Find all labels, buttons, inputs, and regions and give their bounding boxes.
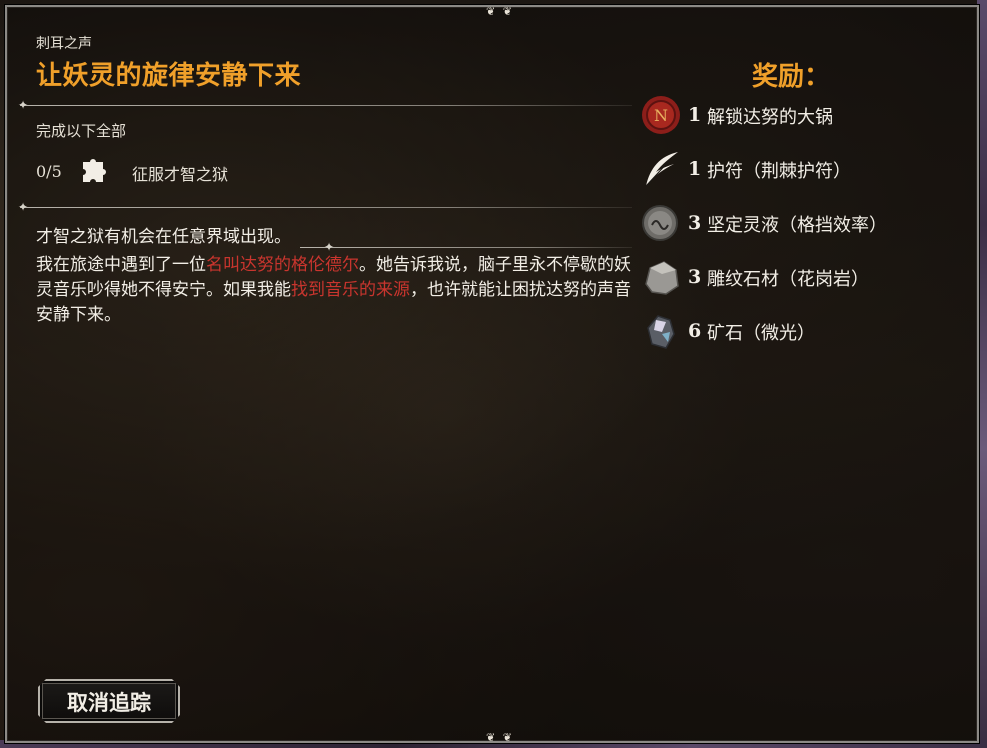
quest-category: 刺耳之声 <box>36 36 92 52</box>
bottom-ornament-icon: ❦ ❦ <box>486 731 514 744</box>
reward-name: 解锁达努的大锅 <box>707 107 833 128</box>
svg-text:N: N <box>654 106 668 125</box>
reward-quantity: 6 <box>688 320 702 342</box>
rewards-title: 奖励： <box>752 62 831 92</box>
divider-ornament-icon: ✦ <box>18 98 29 112</box>
reward-name: 雕纹石材（花岗岩） <box>707 269 869 290</box>
reward-quantity: 3 <box>688 266 702 288</box>
wax-seal-icon: N <box>642 96 680 134</box>
divider-top <box>20 105 632 106</box>
puzzle-icon <box>83 159 106 182</box>
highlight-music-source: 找到音乐的来源 <box>291 280 410 300</box>
quest-title: 让妖灵的旋律安静下来 <box>36 61 302 91</box>
reward-item: 6 矿石（微光） <box>640 310 970 354</box>
reward-quantity: 1 <box>688 158 702 180</box>
reward-item: N 1 解锁达努的大锅 <box>640 94 970 138</box>
reward-quantity: 3 <box>688 212 702 234</box>
divider-middle <box>20 207 632 208</box>
objective-label: 征服才智之狱 <box>132 165 229 184</box>
untrack-button[interactable]: 取消追踪 <box>38 679 180 723</box>
objective-progress: 0/5 <box>36 162 62 181</box>
reward-quantity: 1 <box>688 104 702 126</box>
essence-coin-icon <box>642 205 678 241</box>
description-paragraph: 我在旅途中遇到了一位名叫达努的格伦德尔。她告诉我说，脑子里永不停歇的妖灵音乐吵得… <box>36 253 634 328</box>
description-line1: 才智之狱有机会在任意界域出现。 <box>36 227 291 247</box>
stone-icon <box>645 261 679 295</box>
reward-item: 3 雕纹石材（花岗岩） <box>640 256 970 300</box>
objectives-header: 完成以下全部 <box>36 122 127 140</box>
top-ornament-icon: ❦ ❦ <box>486 5 514 18</box>
divider-ornament-icon: ✦ <box>324 240 335 254</box>
divider-description <box>300 247 632 248</box>
reward-item: 1 护符（荆棘护符） <box>640 148 970 192</box>
divider-ornament-icon: ✦ <box>18 200 29 214</box>
reward-name: 坚定灵液（格挡效率） <box>707 215 887 236</box>
reward-item: 3 坚定灵液（格挡效率） <box>640 202 970 246</box>
description-text-a: 我在旅途中遇到了一位 <box>36 255 206 275</box>
ore-icon <box>647 315 675 349</box>
feather-icon <box>645 152 678 187</box>
reward-name: 矿石（微光） <box>707 323 815 344</box>
highlight-npc-name: 名叫达努的格伦德尔 <box>206 255 359 275</box>
reward-name: 护符（荆棘护符） <box>707 161 851 182</box>
objective-row: 0/5 征服才智之狱 <box>36 156 336 186</box>
